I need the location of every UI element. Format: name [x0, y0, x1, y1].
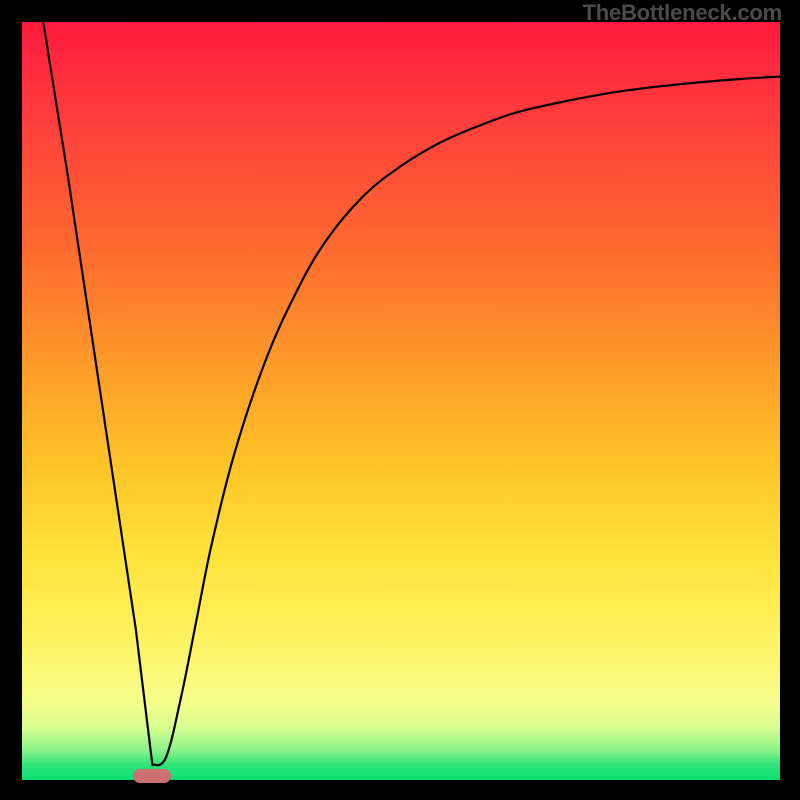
minimum-marker	[133, 769, 171, 783]
attribution-label: TheBottleneck.com	[582, 0, 782, 26]
bottleneck-curve	[22, 22, 780, 780]
plot-area	[22, 22, 780, 780]
chart-outer-frame: TheBottleneck.com	[0, 0, 800, 800]
